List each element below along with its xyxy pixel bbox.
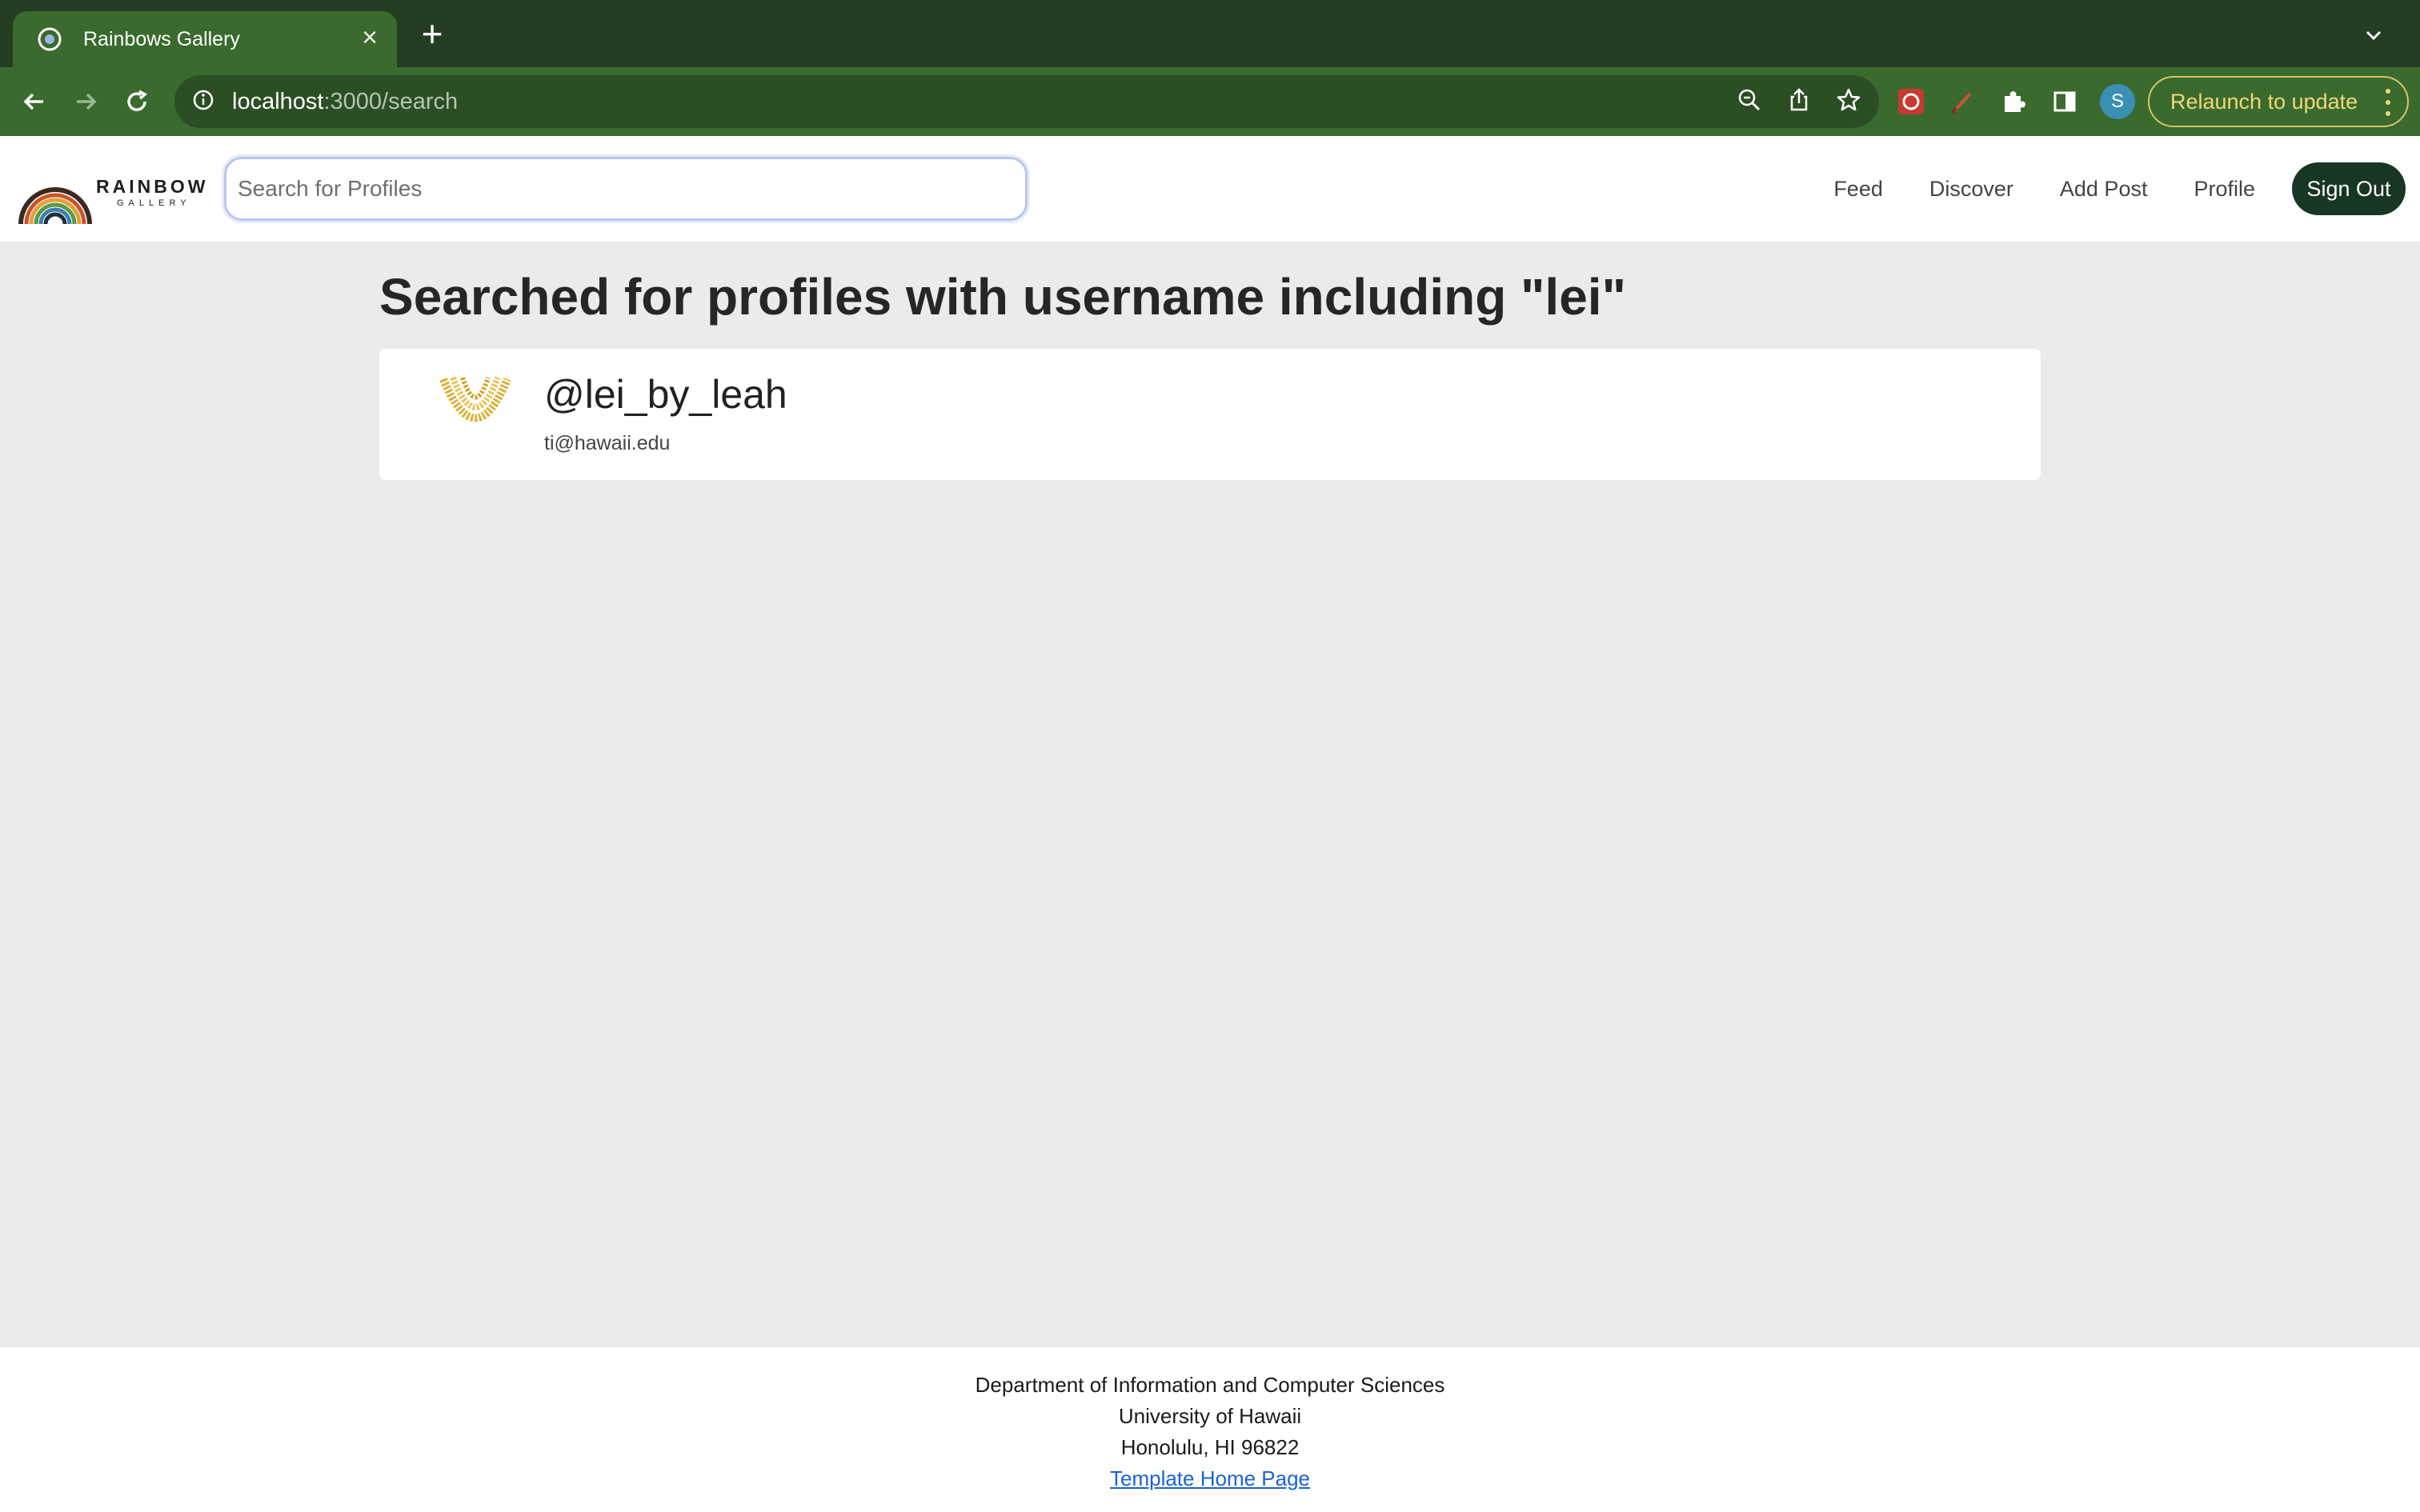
logo-wordmark: RAINBOW [96, 176, 209, 197]
profile-avatar[interactable]: S [2100, 84, 2135, 119]
sign-out-button[interactable]: Sign Out [2292, 162, 2406, 215]
more-menu-icon[interactable] [2385, 89, 2391, 116]
extension-brush-icon[interactable] [1946, 86, 1978, 118]
footer-university: University of Hawaii [1118, 1404, 1302, 1428]
new-tab-icon[interactable]: + [416, 15, 448, 52]
chevron-down-icon[interactable] [2362, 24, 2385, 46]
profile-username[interactable]: @lei_by_leah [544, 371, 787, 418]
rainbow-gallery-logo[interactable]: RAINBOW GALLERY [16, 152, 205, 226]
share-icon[interactable] [1786, 87, 1812, 117]
browser-toolbar: localhost:3000/search S Relaunch to upda… [0, 67, 2420, 136]
forward-arrow-icon[interactable] [66, 82, 106, 122]
back-arrow-icon[interactable] [14, 82, 54, 122]
side-panel-icon[interactable] [2049, 86, 2081, 118]
nav-link-discover[interactable]: Discover [1929, 177, 2013, 202]
lei-profile-image [435, 373, 515, 445]
footer-department: Department of Information and Computer S… [975, 1373, 1445, 1397]
footer-address: Honolulu, HI 96822 [1120, 1435, 1300, 1459]
extension-red-icon[interactable] [1895, 86, 1927, 118]
close-tab-icon[interactable]: × [362, 24, 378, 51]
extensions-puzzle-icon[interactable] [1997, 86, 2029, 118]
tab-title: Rainbows Gallery [83, 27, 240, 50]
nav-link-profile[interactable]: Profile [2194, 177, 2255, 202]
url-text: localhost:3000/search [232, 88, 459, 114]
bookmark-star-icon[interactable] [1836, 87, 1861, 117]
relaunch-button[interactable]: Relaunch to update [2148, 76, 2409, 127]
rainbow-favicon-icon [37, 26, 62, 52]
nav-link-add-post[interactable]: Add Post [2060, 177, 2148, 202]
app-navbar: RAINBOW GALLERY Feed Discover Add Post P… [0, 136, 2420, 242]
page-footer: Department of Information and Computer S… [0, 1347, 2420, 1512]
address-bar[interactable]: localhost:3000/search [174, 75, 1879, 128]
profile-result-card[interactable]: @lei_by_leah ti@hawaii.edu [379, 349, 2041, 480]
profile-email: ti@hawaii.edu [544, 432, 671, 454]
nav-link-feed[interactable]: Feed [1833, 177, 1883, 202]
zoom-out-icon[interactable] [1737, 87, 1762, 117]
nav-links: Feed Discover Add Post Profile Sign Out [1833, 136, 2420, 242]
reload-icon[interactable] [117, 82, 157, 122]
page-title: Searched for profiles with username incl… [379, 268, 1626, 326]
search-input[interactable] [224, 157, 1028, 221]
browser-tab-bar: Rainbows Gallery × + [0, 0, 2420, 67]
info-icon[interactable] [192, 89, 214, 115]
rainbow-logo-icon [18, 187, 92, 225]
logo-subtitle: GALLERY [117, 198, 191, 208]
template-home-link[interactable]: Template Home Page [1110, 1466, 1310, 1490]
browser-tab[interactable]: Rainbows Gallery × [13, 11, 397, 67]
